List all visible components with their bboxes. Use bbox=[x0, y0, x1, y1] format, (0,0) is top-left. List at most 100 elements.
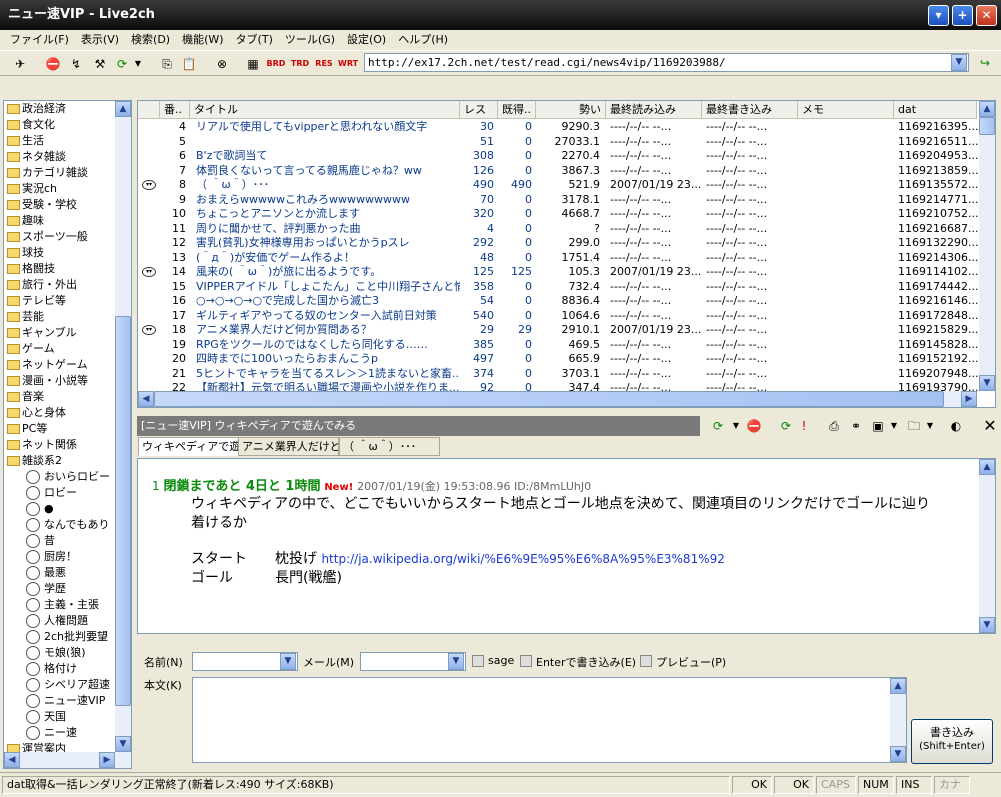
category-item[interactable]: 雑談系2 bbox=[4, 453, 131, 469]
category-item[interactable]: ネットゲーム bbox=[4, 357, 131, 373]
category-item[interactable]: 旅行・外出 bbox=[4, 277, 131, 293]
board-item[interactable]: 最悪 bbox=[4, 565, 131, 581]
go-icon[interactable]: ↪ bbox=[976, 54, 994, 72]
scroll-up-icon[interactable]: ▲ bbox=[890, 678, 906, 694]
scroll-down-icon[interactable]: ▼ bbox=[979, 617, 995, 633]
post-number[interactable]: 1 bbox=[152, 479, 160, 493]
category-item[interactable]: 生活 bbox=[4, 133, 131, 149]
scroll-down-icon[interactable]: ▼ bbox=[890, 746, 906, 762]
table-row[interactable]: 5 51 0 27033.1 ----/--/-- --... ----/--/-- --… bbox=[138, 135, 978, 150]
header-res[interactable]: レス bbox=[460, 101, 498, 119]
list-scrollbar[interactable]: ▲ ▼ bbox=[979, 101, 995, 391]
scroll-right-icon[interactable]: ▶ bbox=[961, 391, 977, 407]
board-item[interactable]: 学歴 bbox=[4, 581, 131, 597]
reload-dropdown-icon[interactable]: ▼ bbox=[728, 418, 744, 434]
table-row[interactable]: 19 RPGをツクールのではなくしたら同化する…… 385 0 469.5 ----/--… bbox=[138, 338, 978, 353]
address-input[interactable]: http://ex17.2ch.net/test/read.cgi/news4v… bbox=[364, 53, 969, 72]
scroll-thumb[interactable] bbox=[979, 117, 995, 135]
table-row[interactable]: 10 ちょこっとアニソンとか流します 320 0 4668.7 ----/--/-- --… bbox=[138, 207, 978, 222]
scroll-up-icon[interactable]: ▲ bbox=[979, 101, 995, 117]
trd-button[interactable]: TRD bbox=[290, 55, 310, 73]
category-item[interactable]: テレビ等 bbox=[4, 293, 131, 309]
reload-icon[interactable]: ⟳ bbox=[710, 418, 726, 434]
thread-scrollbar[interactable]: ▲ ▼ bbox=[979, 459, 995, 633]
board-item[interactable]: ニュー速VIP bbox=[4, 693, 131, 709]
tool-icon[interactable]: ⚒ bbox=[90, 55, 110, 73]
scroll-right-icon[interactable]: ▶ bbox=[99, 752, 115, 768]
header-got[interactable]: 既得.. bbox=[498, 101, 536, 119]
sidebar-hscrollbar[interactable]: ◀ ▶ bbox=[4, 752, 115, 768]
tab-anime[interactable]: アニメ業界人だけど bbox=[238, 437, 339, 456]
stop-icon[interactable]: ⛔ bbox=[746, 418, 762, 434]
scroll-left-icon[interactable]: ◀ bbox=[4, 752, 20, 768]
header-last-read[interactable]: 最終読み込み bbox=[606, 101, 702, 119]
scroll-up-icon[interactable]: ▲ bbox=[115, 101, 131, 117]
view-dropdown-icon[interactable]: ▼ bbox=[886, 418, 902, 434]
submit-button[interactable]: 書き込み (Shift+Enter) bbox=[911, 719, 993, 764]
category-item[interactable]: 食文化 bbox=[4, 117, 131, 133]
board-item[interactable]: ロビー bbox=[4, 485, 131, 501]
header-memo[interactable]: メモ bbox=[798, 101, 894, 119]
category-item[interactable]: ネタ雑談 bbox=[4, 149, 131, 165]
close-button[interactable]: ✕ bbox=[976, 5, 997, 26]
body-scrollbar[interactable]: ▲ ▼ bbox=[890, 678, 906, 762]
category-item[interactable]: 球技 bbox=[4, 245, 131, 261]
close-thread-icon[interactable]: ✕ bbox=[982, 418, 998, 434]
menu-file[interactable]: ファイル(F) bbox=[4, 30, 75, 50]
board-item[interactable]: モ娘(狼) bbox=[4, 645, 131, 661]
table-row[interactable]: ▾▾ 18 アニメ業界人だけど何か質問ある？ 29 29 2910.1 2007/01/19… bbox=[138, 323, 978, 338]
board-item[interactable]: 天国 bbox=[4, 709, 131, 725]
menu-tab[interactable]: タブ(T) bbox=[230, 30, 279, 50]
res-button[interactable]: RES bbox=[314, 55, 334, 73]
menu-tools[interactable]: ツール(G) bbox=[279, 30, 341, 50]
refresh-dropdown-icon[interactable]: ▼ bbox=[133, 55, 143, 73]
scroll-down-icon[interactable]: ▼ bbox=[979, 375, 995, 391]
category-item[interactable]: 漫画・小説等 bbox=[4, 373, 131, 389]
menu-function[interactable]: 機能(W) bbox=[176, 30, 229, 50]
table-row[interactable]: 16 ○→○→○→○で完成した国から滅亡3 54 0 8836.4 ----/--/-- … bbox=[138, 294, 978, 309]
menu-settings[interactable]: 設定(O) bbox=[341, 30, 392, 50]
filter-icon[interactable]: ⊗ bbox=[212, 55, 232, 73]
menu-search[interactable]: 検索(D) bbox=[125, 30, 176, 50]
scroll-thumb[interactable] bbox=[154, 391, 944, 407]
table-row[interactable]: 12 害乳(貧乳)女神様専用おっぱいとかうpスレ 292 0 299.0 ----/--/… bbox=[138, 236, 978, 251]
link-icon[interactable]: ⚭ bbox=[848, 418, 864, 434]
table-row[interactable]: 6 B'zで歌詞当て 308 0 2270.4 ----/--/-- --... ----/… bbox=[138, 149, 978, 164]
table-row[interactable]: 20 四時までに100いったらおまんこうp 497 0 665.9 ----/--/-- … bbox=[138, 352, 978, 367]
table-row[interactable]: 7 体罰良くないって言ってる親馬鹿じゃね？ww 126 0 3867.3 ----/--/… bbox=[138, 164, 978, 179]
body-textarea[interactable]: ▲ ▼ bbox=[192, 677, 907, 763]
category-item[interactable]: 芸能 bbox=[4, 309, 131, 325]
board-item[interactable]: ニー速 bbox=[4, 725, 131, 741]
connect-icon[interactable]: ↯ bbox=[66, 55, 86, 73]
grid-icon[interactable]: ▦ bbox=[244, 55, 262, 73]
board-item[interactable]: シベリア超速 bbox=[4, 677, 131, 693]
scroll-left-icon[interactable]: ◀ bbox=[138, 391, 154, 407]
board-item[interactable]: 昔 bbox=[4, 533, 131, 549]
maximize-button[interactable]: + bbox=[952, 5, 973, 26]
update-icon[interactable]: ⟳ bbox=[778, 418, 794, 434]
category-item[interactable]: ギャンブル bbox=[4, 325, 131, 341]
header-title[interactable]: タイトル bbox=[190, 101, 460, 119]
table-row[interactable]: ▾▾ 14 風来の( ＾ω＾)が旅に出るようです。 125 125 105.3 2007/0… bbox=[138, 265, 978, 280]
tab-wikipedia[interactable]: ウィキペディアで遊 bbox=[138, 437, 239, 456]
table-row[interactable]: 21 5ヒントでキャラを当てるスレ＞＞1読まないと家畜... 374 0 3703.1-… bbox=[138, 367, 978, 382]
category-item[interactable]: カテゴリ雑談 bbox=[4, 165, 131, 181]
board-item[interactable]: ● bbox=[4, 501, 131, 517]
board-item[interactable]: おいらロビー bbox=[4, 469, 131, 485]
table-row[interactable]: 9 おまえらwwwwwこれみろwwwwwwwww 70 0 3178.1 ----/--/… bbox=[138, 193, 978, 208]
category-item[interactable]: 音楽 bbox=[4, 389, 131, 405]
folder-dropdown-icon[interactable]: ▼ bbox=[922, 418, 938, 434]
category-item[interactable]: PC等 bbox=[4, 421, 131, 437]
board-item[interactable]: 格付け bbox=[4, 661, 131, 677]
bird-icon[interactable]: ✈ bbox=[10, 55, 30, 73]
category-item[interactable]: 受験・学校 bbox=[4, 197, 131, 213]
header-last-write[interactable]: 最終書き込み bbox=[702, 101, 798, 119]
address-dropdown-icon[interactable]: ▼ bbox=[951, 54, 967, 71]
header-dat[interactable]: dat bbox=[894, 101, 977, 119]
brd-button[interactable]: BRD bbox=[266, 55, 286, 73]
wrt-button[interactable]: WRT bbox=[338, 55, 358, 73]
copy-icon[interactable]: ⎘ bbox=[158, 55, 176, 73]
category-item[interactable]: 趣味 bbox=[4, 213, 131, 229]
table-row[interactable]: 15 VIPPERアイドル「しょこたん」こと中川翔子さんと愉... 358 0 732.… bbox=[138, 280, 978, 295]
category-item[interactable]: 実況ch bbox=[4, 181, 131, 197]
